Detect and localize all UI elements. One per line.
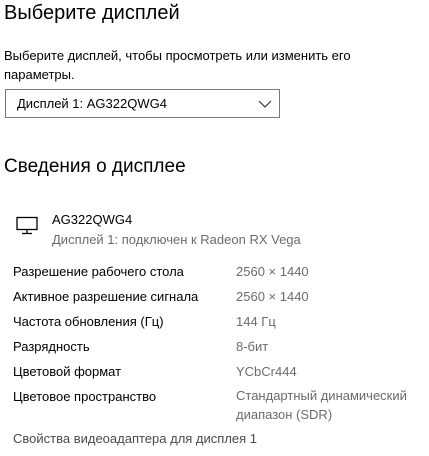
adapter-properties-link[interactable]: Свойства видеоадаптера для дисплея 1 — [13, 430, 257, 447]
display-select[interactable]: Дисплей 1: AG322QWG4 — [5, 89, 280, 118]
display-info-heading: Сведения о дисплее — [4, 156, 186, 177]
color-format-label: Цветовой формат — [13, 364, 122, 379]
refresh-rate-value: 144 Гц — [236, 314, 276, 329]
monitor-connection: Дисплей 1: подключен к Radeon RX Vega — [52, 232, 301, 247]
active-signal-resolution-label: Активное разрешение сигнала — [13, 289, 199, 304]
bit-depth-label: Разрядность — [13, 339, 90, 354]
active-signal-resolution-value: 2560 × 1440 — [236, 289, 309, 304]
refresh-rate-label: Частота обновления (Гц) — [13, 314, 164, 329]
choose-display-description: Выберите дисплей, чтобы просмотреть или … — [4, 48, 351, 82]
color-space-label: Цветовое пространство — [13, 389, 157, 404]
desktop-resolution-label: Разрешение рабочего стола — [13, 264, 184, 279]
desktop-resolution-value: 2560 × 1440 — [236, 264, 309, 279]
monitor-icon — [16, 216, 38, 235]
display-select-value: Дисплей 1: AG322QWG4 — [17, 96, 167, 111]
monitor-name: AG322QWG4 — [52, 212, 133, 227]
choose-display-heading: Выберите дисплей — [4, 2, 180, 24]
chevron-down-icon — [258, 100, 272, 108]
color-space-value: Стандартный динамический диапазон (SDR) — [236, 388, 407, 422]
color-format-value: YCbCr444 — [236, 364, 297, 379]
bit-depth-value: 8-бит — [236, 339, 269, 354]
